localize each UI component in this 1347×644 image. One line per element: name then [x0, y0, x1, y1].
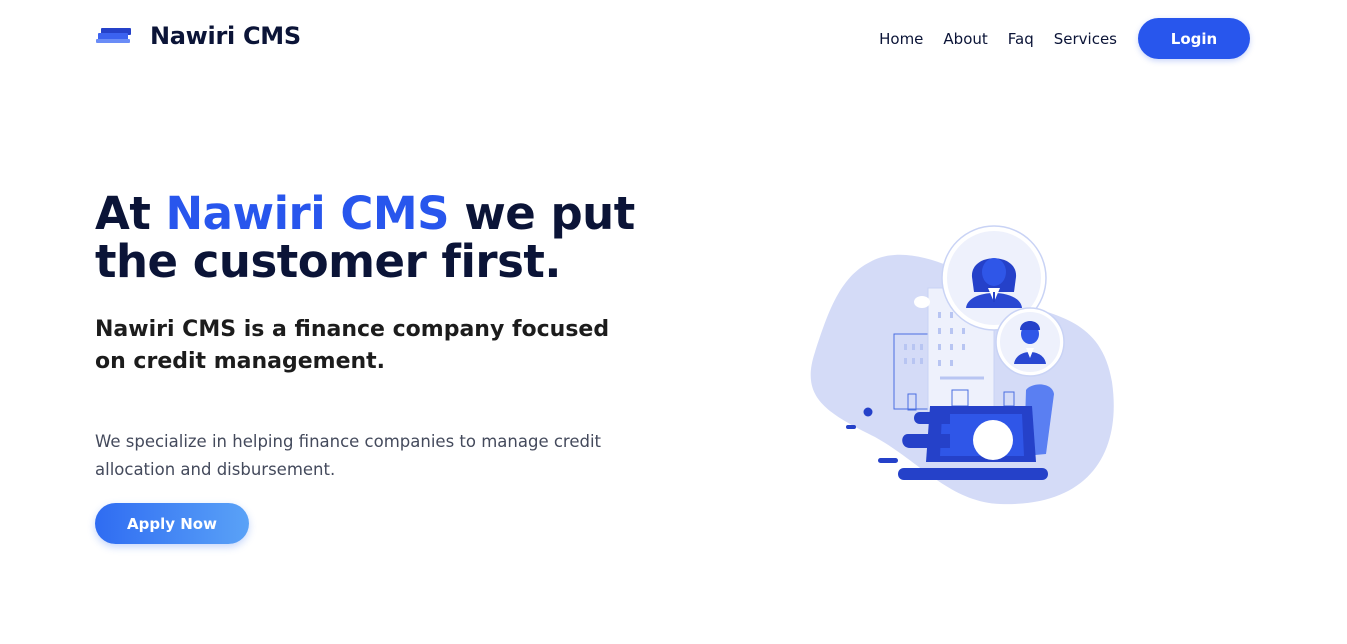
hero-section: At Nawiri CMS we put the customer first.… [95, 190, 655, 544]
hero-subtitle: Nawiri CMS is a finance company focused … [95, 317, 610, 374]
man-avatar-icon [995, 307, 1065, 377]
nav-link-home[interactable]: Home [879, 30, 923, 48]
hero-description: We specialize in helping finance compani… [95, 432, 602, 479]
hero-title-prefix: At [95, 187, 166, 240]
nav-link-faq[interactable]: Faq [1008, 30, 1034, 48]
login-button[interactable]: Login [1138, 18, 1250, 59]
nav-link-services[interactable]: Services [1054, 30, 1117, 48]
cloud [914, 296, 930, 308]
apply-now-button[interactable]: Apply Now [95, 503, 249, 544]
hero-title: At Nawiri CMS we put the customer first. [95, 190, 655, 286]
navbar: Nawiri CMS Home About Faq Services Login [0, 0, 1347, 78]
brand-name: Nawiri CMS [150, 22, 301, 50]
nav-link-about[interactable]: About [943, 30, 987, 48]
hero-title-accent: Nawiri CMS [165, 187, 450, 240]
brand[interactable]: Nawiri CMS [95, 22, 301, 50]
layers-logo-icon [96, 28, 131, 43]
customer-finance-illustration [810, 225, 1114, 505]
nav-links: Home About Faq Services Login [879, 18, 1250, 59]
